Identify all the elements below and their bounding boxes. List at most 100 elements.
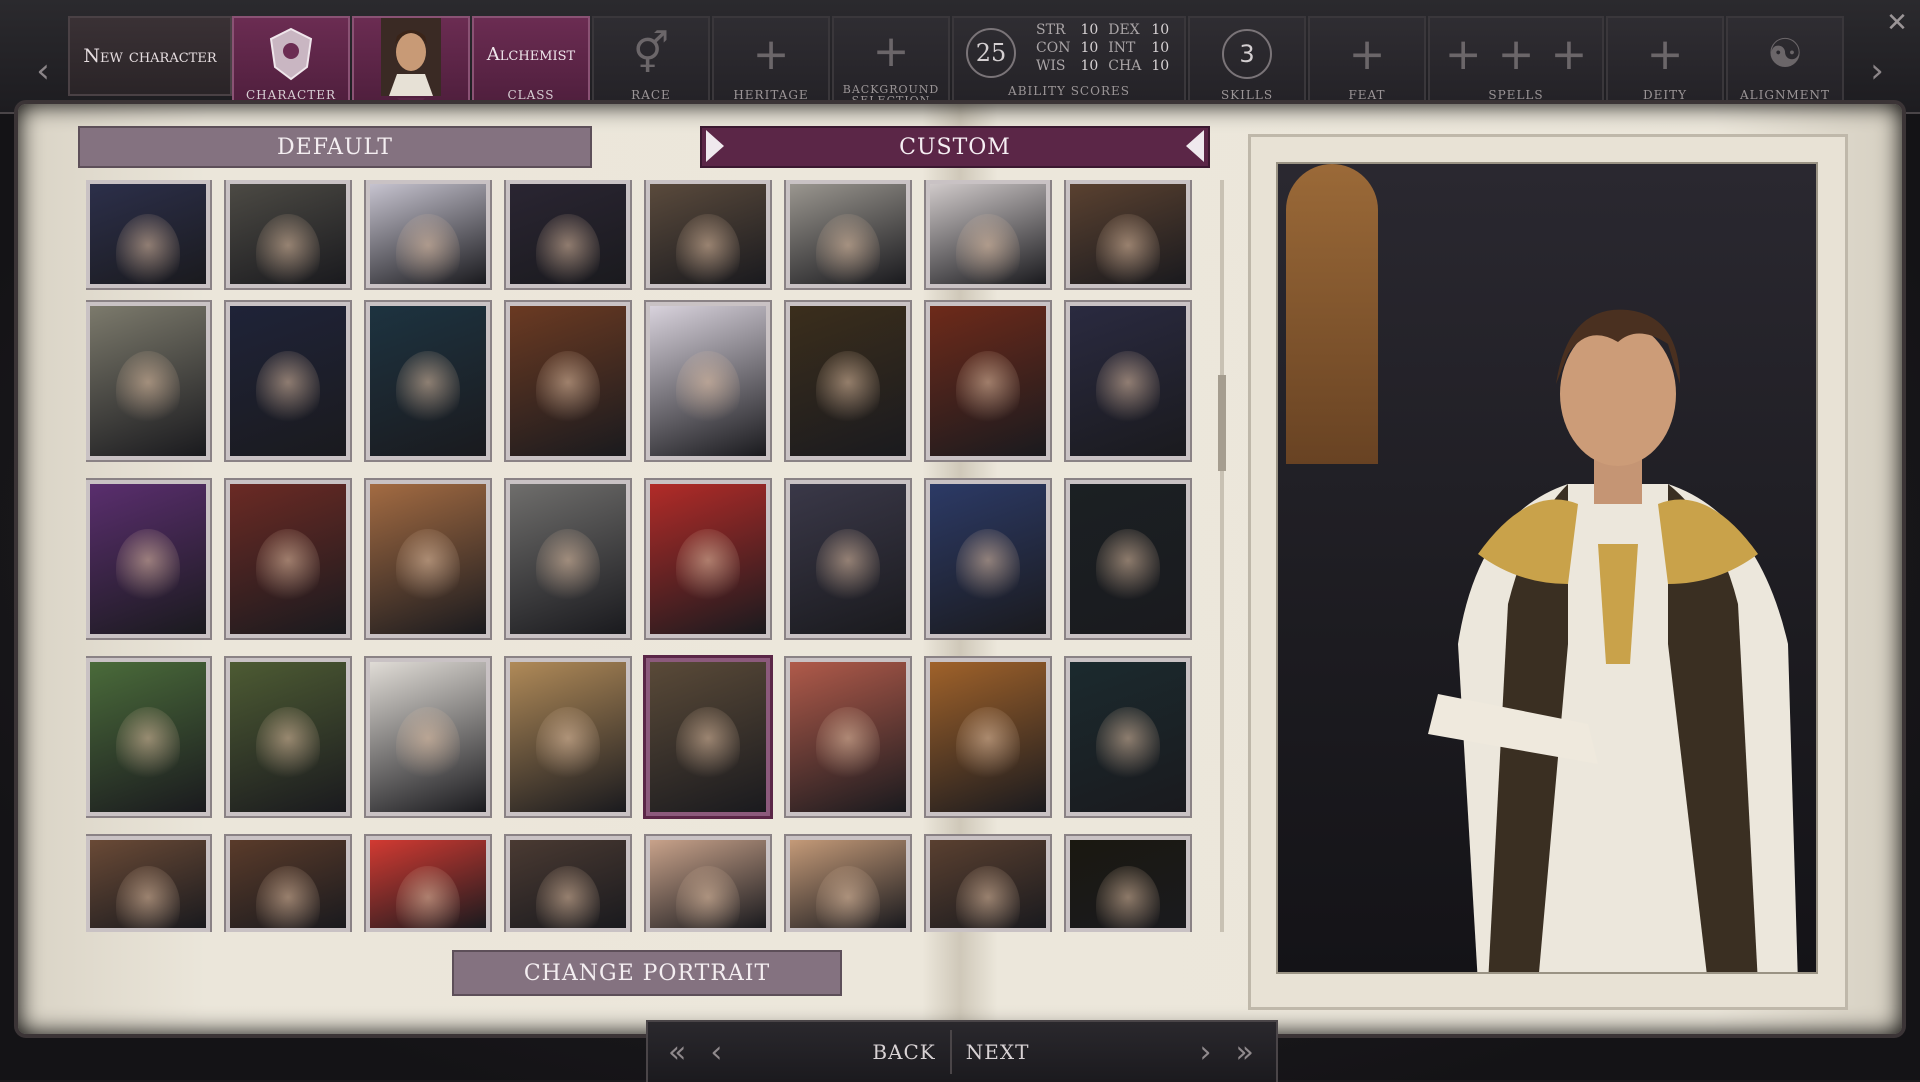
portrait-scrollbar-thumb[interactable] xyxy=(1218,375,1226,471)
portrait-face xyxy=(1096,707,1160,785)
portrait-option[interactable] xyxy=(224,180,352,290)
portrait-face xyxy=(1096,351,1160,429)
gender-symbol-icon: ⚥ xyxy=(632,31,670,77)
portrait-option[interactable] xyxy=(504,300,632,462)
step-ability-scores[interactable]: 25 STR 10 DEX 10 CON 10 INT 10 WIS 10 CHA 10 A… xyxy=(952,16,1186,110)
portrait-option[interactable] xyxy=(224,478,352,640)
portrait-option[interactable] xyxy=(86,656,212,818)
portrait-face xyxy=(256,866,320,928)
portrait-option[interactable] xyxy=(364,300,492,462)
ability-scores-list: STR 10 DEX 10 CON 10 INT 10 WIS 10 CHA 10 xyxy=(1036,22,1169,74)
step-character[interactable]: CHARACTER xyxy=(232,16,350,110)
portrait-face xyxy=(676,351,740,429)
portrait-face xyxy=(536,866,600,928)
back-arrow-icon[interactable]: ‹ xyxy=(710,1035,722,1070)
steps-prev-arrow-icon[interactable]: ‹ xyxy=(26,44,60,98)
portrait-grid xyxy=(86,180,1196,932)
ability-points-counter: 25 xyxy=(966,28,1016,78)
portrait-face xyxy=(396,351,460,429)
portrait-option[interactable] xyxy=(784,180,912,290)
tab-default[interactable]: DEFAULT xyxy=(78,126,592,168)
portrait-option[interactable] xyxy=(784,656,912,818)
last-step-icon[interactable]: » xyxy=(1235,1035,1253,1070)
portrait-option[interactable] xyxy=(644,300,772,462)
ability-value: 10 xyxy=(1151,22,1170,38)
portrait-option[interactable] xyxy=(784,834,912,932)
step-feat[interactable]: + FEAT xyxy=(1308,16,1426,110)
portrait-option[interactable] xyxy=(1064,180,1192,290)
portrait-face xyxy=(956,707,1020,785)
step-background[interactable]: + BACKGROUND SELECTION xyxy=(832,16,950,110)
portrait-option[interactable] xyxy=(924,300,1052,462)
plus-icon: + xyxy=(872,25,910,77)
step-deity[interactable]: + DEITY xyxy=(1606,16,1724,110)
portrait-option[interactable] xyxy=(644,834,772,932)
portrait-option[interactable] xyxy=(504,478,632,640)
portrait-option[interactable] xyxy=(504,656,632,818)
skills-points-counter: 3 xyxy=(1222,29,1272,79)
portrait-option[interactable] xyxy=(784,478,912,640)
plus-icon: + xyxy=(1646,28,1684,80)
step-heritage[interactable]: + HERITAGE xyxy=(712,16,830,110)
portrait-option[interactable] xyxy=(86,300,212,462)
bottom-navigation: « ‹ BACK NEXT › » xyxy=(646,1020,1278,1082)
portrait-option[interactable] xyxy=(924,656,1052,818)
portrait-face xyxy=(816,866,880,928)
portrait-face xyxy=(396,866,460,928)
portrait-option-selected[interactable] xyxy=(643,655,773,819)
portrait-option[interactable] xyxy=(784,300,912,462)
ability-label: CON xyxy=(1036,40,1071,56)
portrait-option[interactable] xyxy=(224,834,352,932)
step-portrait[interactable] xyxy=(352,16,470,110)
portrait-option[interactable] xyxy=(364,834,492,932)
next-button[interactable]: NEXT xyxy=(966,1040,1030,1064)
portrait-option[interactable] xyxy=(924,180,1052,290)
portrait-option[interactable] xyxy=(364,478,492,640)
portrait-face xyxy=(816,707,880,785)
portrait-face xyxy=(116,351,180,429)
portrait-option[interactable] xyxy=(644,180,772,290)
portrait-face xyxy=(396,529,460,607)
step-skills[interactable]: 3 SKILLS xyxy=(1188,16,1306,110)
portrait-face xyxy=(676,866,740,928)
portrait-scrollbar[interactable] xyxy=(1220,180,1224,932)
portrait-face xyxy=(676,707,740,785)
portrait-option[interactable] xyxy=(1064,656,1192,818)
step-spells[interactable]: + + + SPELLS xyxy=(1428,16,1604,110)
portrait-option[interactable] xyxy=(86,478,212,640)
portrait-option[interactable] xyxy=(924,834,1052,932)
portrait-option[interactable] xyxy=(364,656,492,818)
next-arrow-icon[interactable]: › xyxy=(1199,1035,1211,1070)
character-name-button[interactable]: New character xyxy=(68,16,232,96)
portrait-option[interactable] xyxy=(504,180,632,290)
back-button[interactable]: BACK xyxy=(872,1040,935,1064)
ability-label: WIS xyxy=(1036,58,1066,74)
change-portrait-button[interactable]: CHANGE PORTRAIT xyxy=(452,950,842,996)
portrait-option[interactable] xyxy=(644,478,772,640)
step-caption: ABILITY SCORES xyxy=(1008,84,1130,98)
portrait-face xyxy=(1096,866,1160,928)
portrait-option[interactable] xyxy=(1064,478,1192,640)
portrait-face xyxy=(256,707,320,785)
portrait-option[interactable] xyxy=(1064,834,1192,932)
portrait-face xyxy=(956,529,1020,607)
portrait-option[interactable] xyxy=(364,180,492,290)
ability-label: INT xyxy=(1108,40,1136,56)
close-icon[interactable]: ✕ xyxy=(1882,8,1912,38)
step-class[interactable]: Alchemist CLASS xyxy=(472,16,590,110)
step-race[interactable]: ⚥ RACE xyxy=(592,16,710,110)
portrait-face xyxy=(956,351,1020,429)
portrait-option[interactable] xyxy=(86,180,212,290)
portrait-option[interactable] xyxy=(224,300,352,462)
tab-custom[interactable]: CUSTOM xyxy=(700,126,1210,168)
portrait-option[interactable] xyxy=(86,834,212,932)
portrait-option[interactable] xyxy=(924,478,1052,640)
portrait-option[interactable] xyxy=(1064,300,1192,462)
steps-next-arrow-icon[interactable]: › xyxy=(1860,44,1894,98)
ability-value: 10 xyxy=(1080,58,1099,74)
portrait-option[interactable] xyxy=(224,656,352,818)
first-step-icon[interactable]: « xyxy=(668,1035,686,1070)
nav-divider xyxy=(949,1030,952,1074)
portrait-option[interactable] xyxy=(504,834,632,932)
step-alignment[interactable]: ☯ ALIGNMENT xyxy=(1726,16,1844,110)
